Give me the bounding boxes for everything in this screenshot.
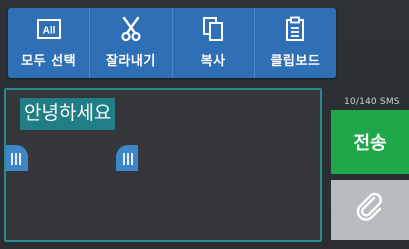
clipboard-label: 클립보드: [270, 54, 321, 69]
paperclip-icon: [354, 192, 386, 228]
selection-handle-end[interactable]: [116, 145, 138, 171]
attach-button[interactable]: [331, 180, 409, 240]
character-counter: 10/140 SMS: [344, 97, 400, 107]
send-button[interactable]: 전송: [331, 110, 409, 174]
select-all-button[interactable]: All 모두 선택: [8, 8, 91, 78]
svg-text:All: All: [42, 26, 55, 37]
copy-button[interactable]: 복사: [173, 8, 255, 78]
copy-label: 복사: [200, 54, 226, 69]
clipboard-button[interactable]: 클립보드: [255, 8, 336, 78]
cut-label: 잘라내기: [105, 54, 156, 69]
copy-icon: [198, 14, 228, 44]
select-all-label: 모두 선택: [21, 54, 77, 69]
select-all-icon: All: [34, 14, 64, 44]
selected-text[interactable]: 안녕하세요: [20, 98, 116, 130]
cut-button[interactable]: 잘라내기: [90, 8, 173, 78]
selection-handle-start[interactable]: [6, 145, 28, 171]
message-input[interactable]: 안녕하세요: [4, 88, 322, 242]
grip-icon: [123, 153, 133, 165]
send-label: 전송: [353, 133, 387, 154]
grip-icon: [11, 153, 21, 165]
text-selection-toolbar: All 모두 선택 잘라내기 복사 클립보드: [8, 8, 336, 78]
clipboard-icon: [280, 14, 310, 44]
message-screen: All 모두 선택 잘라내기 복사 클립보드 안녕하세요 10/140 SMS …: [0, 0, 409, 249]
scissors-icon: [116, 14, 146, 44]
